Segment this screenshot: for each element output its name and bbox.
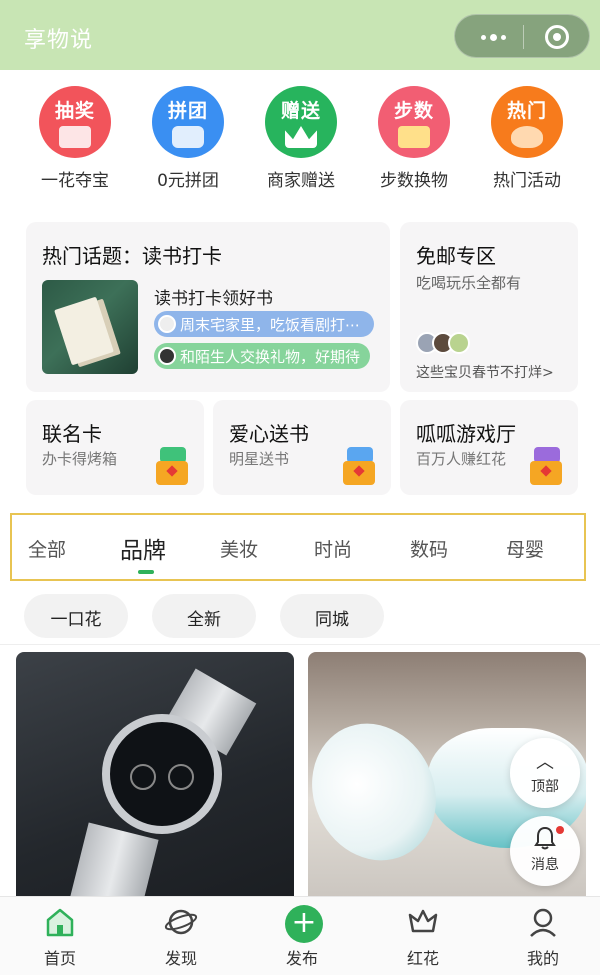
avatar <box>448 332 470 354</box>
gift-box-icon <box>337 447 381 487</box>
close-mini-program-icon[interactable] <box>545 25 569 49</box>
mini-program-capsule <box>454 14 590 58</box>
bell-icon <box>510 826 580 855</box>
active-tab-indicator <box>138 570 154 574</box>
bottom-navigation: 首页 发现 + 发布 红花 我的 <box>0 896 600 975</box>
card-title: 联名卡 <box>42 422 102 446</box>
planet-icon <box>164 905 198 939</box>
nav-mine[interactable]: 我的 <box>503 905 583 969</box>
quick-action-merchant-gift[interactable]: 赠送 商家赠送 <box>244 82 358 191</box>
watch-strap <box>69 822 159 898</box>
avatar <box>158 347 176 365</box>
tab-brand[interactable]: 品牌 <box>120 531 166 565</box>
tab-digital[interactable]: 数码 <box>410 535 448 562</box>
card-title: 爱心送书 <box>229 422 309 446</box>
quick-action-label: 热门活动 <box>493 171 561 191</box>
lottery-icon: 抽奖 <box>39 86 111 158</box>
capsule-divider <box>523 25 524 49</box>
gift-box-decoration <box>59 126 91 148</box>
card-subtitle: 百万人赚红花 <box>416 450 507 468</box>
chevron-up-icon: ︿ <box>536 752 554 773</box>
user-icon <box>526 905 560 939</box>
quick-action-group-buy[interactable]: 拼团 0元拼团 <box>131 82 245 191</box>
tab-fashion[interactable]: 时尚 <box>314 535 352 562</box>
nav-red-flower[interactable]: 红花 <box>383 905 463 969</box>
gamepad-icon <box>524 447 568 487</box>
quick-actions-row: 抽奖 一花夺宝 拼团 0元拼团 赠送 商家赠送 步数 步数换物 热门 热门活动 <box>0 82 600 197</box>
nav-discover[interactable]: 发现 <box>141 905 221 969</box>
free-shipping-link[interactable]: 这些宝贝春节不打烊> <box>416 362 554 382</box>
gift-box-icon <box>150 447 194 487</box>
nav-home[interactable]: 首页 <box>20 905 100 969</box>
tab-all[interactable]: 全部 <box>28 535 66 562</box>
free-shipping-title: 免邮专区 <box>416 244 496 268</box>
tab-baby[interactable]: 母婴 <box>506 535 544 562</box>
hot-topic-title: 热门话题：读书打卡 <box>42 244 222 268</box>
card-subtitle: 办卡得烤箱 <box>42 450 118 468</box>
back-to-top-button[interactable]: ︿ 顶部 <box>510 738 580 808</box>
co-branded-card[interactable]: 联名卡 办卡得烤箱 <box>26 400 204 495</box>
card-subtitle: 明星送书 <box>229 450 290 468</box>
watch-image <box>102 714 222 834</box>
flame-decoration <box>511 126 543 148</box>
app-title: 享物说 <box>24 28 94 53</box>
quick-action-label: 0元拼团 <box>157 171 219 191</box>
more-options-icon[interactable] <box>465 15 521 59</box>
hot-topic-subtitle: 读书打卡领好书 <box>154 289 273 309</box>
messages-button[interactable]: 消息 <box>510 816 580 886</box>
unread-dot <box>556 826 564 834</box>
card-title: 呱呱游戏厅 <box>416 422 516 446</box>
flower-icon <box>406 905 440 939</box>
quick-action-label: 步数换物 <box>380 171 448 191</box>
crown-decoration <box>285 126 317 148</box>
bowl-image <box>308 703 458 881</box>
merchant-gift-icon: 赠送 <box>265 86 337 158</box>
quick-action-lottery[interactable]: 抽奖 一花夺宝 <box>18 82 132 191</box>
topic-comment-pill: 周末宅家里，吃饭看剧打⋯ <box>154 311 374 337</box>
home-icon <box>43 905 77 939</box>
hot-events-icon: 热门 <box>491 86 563 158</box>
steps-exchange-icon: 步数 <box>378 86 450 158</box>
free-shipping-card[interactable]: 免邮专区 吃喝玩乐全都有 这些宝贝春节不打烊> <box>400 222 578 392</box>
shopping-bag-decoration <box>172 126 204 148</box>
plus-icon: + <box>285 905 323 943</box>
free-shipping-subtitle: 吃喝玩乐全都有 <box>416 274 522 292</box>
hot-topic-card[interactable]: 热门话题：读书打卡 读书打卡领好书 周末宅家里，吃饭看剧打⋯ 和陌生人交换礼物，… <box>26 222 390 392</box>
book-image <box>42 280 138 374</box>
star-cup-decoration <box>398 126 430 148</box>
filter-one-flower[interactable]: 一口花 <box>24 594 128 638</box>
filter-same-city[interactable]: 同城 <box>280 594 384 638</box>
topic-comment-pill: 和陌生人交换礼物，好期待 <box>154 343 370 369</box>
group-buy-icon: 拼团 <box>152 86 224 158</box>
product-card-watch[interactable] <box>16 652 294 898</box>
quick-action-hot-events[interactable]: 热门 热门活动 <box>470 82 584 191</box>
tab-beauty[interactable]: 美妆 <box>220 535 258 562</box>
game-hall-card[interactable]: 呱呱游戏厅 百万人赚红花 <box>400 400 578 495</box>
quick-action-steps-exchange[interactable]: 步数 步数换物 <box>357 82 471 191</box>
avatar <box>158 315 176 333</box>
top-bar: 享物说 <box>0 0 600 70</box>
section-divider <box>0 644 600 645</box>
quick-action-label: 一花夺宝 <box>41 171 109 191</box>
quick-action-label: 商家赠送 <box>267 171 335 191</box>
filter-brand-new[interactable]: 全新 <box>152 594 256 638</box>
category-tabs: 全部 品牌 美妆 时尚 数码 母婴 <box>10 513 586 581</box>
charity-books-card[interactable]: 爱心送书 明星送书 <box>213 400 391 495</box>
nav-publish[interactable]: + 发布 <box>262 905 342 969</box>
